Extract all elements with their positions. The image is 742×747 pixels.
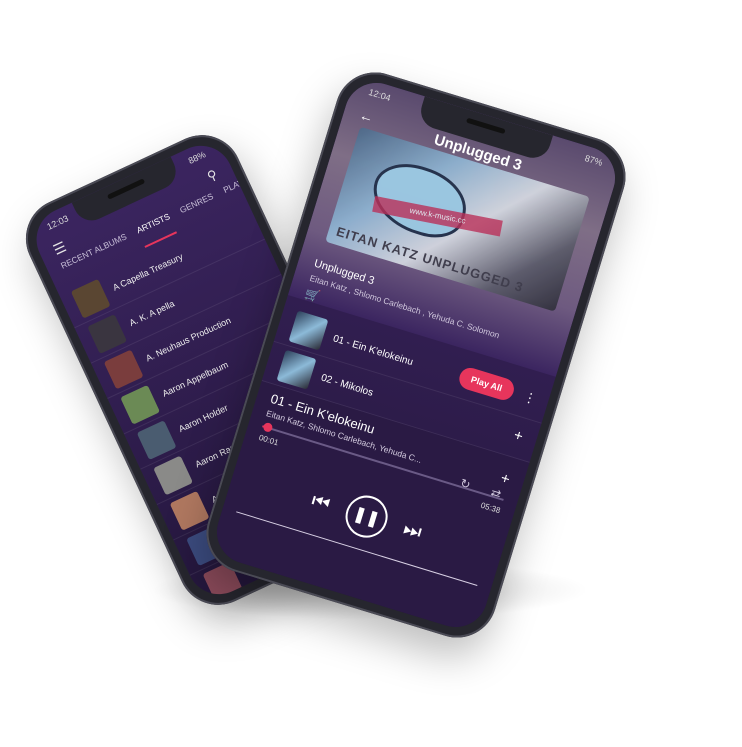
artist-thumbnail — [103, 349, 144, 390]
pause-button[interactable]: ❚❚ — [340, 490, 393, 543]
left-status-time: 12:03 — [45, 213, 71, 232]
track-thumbnail — [288, 310, 329, 351]
track-thumbnail — [276, 349, 317, 390]
left-status-battery: 88% — [186, 149, 208, 166]
track-title: 02 - Mikolos — [319, 372, 375, 399]
artist-thumbnail — [70, 278, 111, 319]
play-all-button[interactable]: Play All — [456, 365, 517, 403]
right-status-time: 12:04 — [367, 86, 392, 104]
search-icon[interactable]: ⚲ — [205, 167, 220, 186]
artist-name: Aaron Holder — [177, 402, 230, 435]
more-vertical-icon[interactable]: ⋮ — [521, 389, 539, 408]
hamburger-icon[interactable]: ☰ — [51, 238, 70, 259]
artist-thumbnail — [87, 314, 128, 355]
add-track-icon[interactable]: + — [512, 427, 525, 446]
artist-thumbnail — [120, 384, 161, 425]
artist-thumbnail — [153, 455, 194, 496]
previous-icon[interactable]: ⏮ — [309, 489, 333, 516]
artist-name: A. K. A pella — [127, 298, 176, 329]
next-icon[interactable]: ⏭ — [401, 517, 425, 544]
add-to-playlist-icon[interactable]: + — [499, 470, 512, 489]
artist-thumbnail — [169, 490, 210, 531]
progress-handle[interactable] — [262, 421, 274, 433]
pause-icon: ❚❚ — [351, 505, 382, 530]
right-status-battery: 87% — [583, 153, 604, 168]
total-duration: 05:38 — [479, 500, 502, 516]
playback-controls: ⏮ ❚❚ ⏭ — [227, 456, 507, 578]
artist-thumbnail — [136, 420, 177, 461]
right-phone-screen: www.k-music.cc EITAN KATZ UNPLUGGED 3 12… — [209, 74, 623, 636]
elapsed-time: 00:01 — [257, 432, 280, 448]
right-phone: www.k-music.cc EITAN KATZ UNPLUGGED 3 12… — [196, 62, 636, 648]
